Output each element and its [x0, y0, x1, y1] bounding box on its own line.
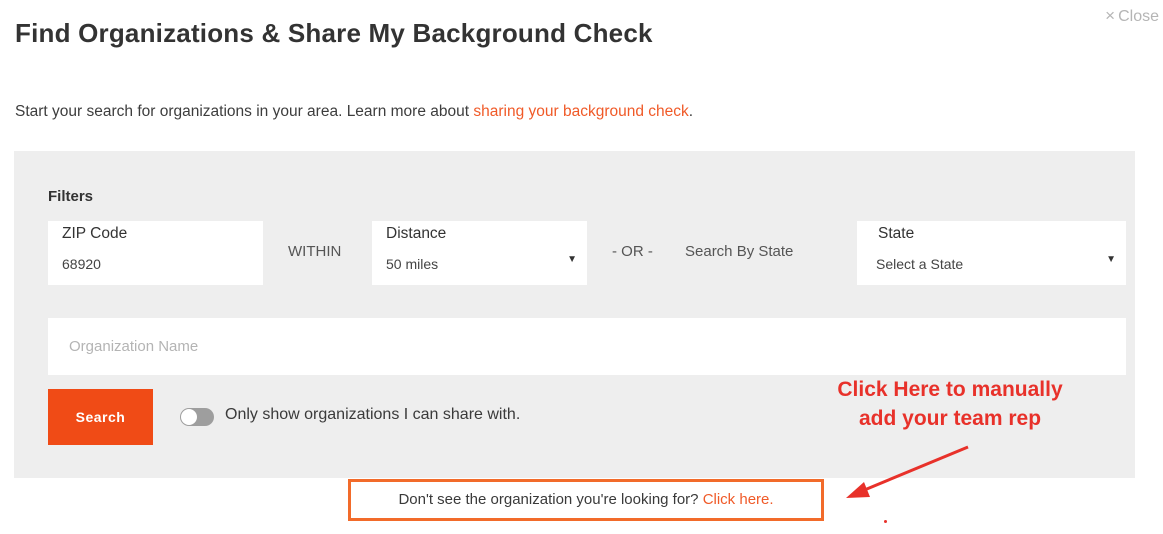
sharing-link[interactable]: sharing your background check: [473, 103, 688, 120]
state-select[interactable]: State Select a State ▼: [857, 221, 1126, 285]
or-text: - OR -: [612, 243, 653, 260]
filters-heading: Filters: [48, 188, 94, 205]
intro-period: .: [688, 103, 694, 120]
toggle-label: Only show organizations I can share with…: [225, 406, 521, 423]
distance-value: 50 miles: [386, 256, 439, 272]
annotation-line-1: Click Here to manually: [837, 378, 1063, 401]
zip-code-label: ZIP Code: [62, 225, 128, 242]
within-text: WITHIN: [288, 243, 342, 260]
share-filter-toggle[interactable]: [180, 408, 214, 426]
annotation-dot: [884, 520, 887, 523]
intro-text: Start your search for organizations in y…: [15, 103, 693, 121]
zip-code-value[interactable]: 68920: [62, 256, 101, 272]
state-label: State: [878, 225, 915, 242]
annotation-callout: Click Here to manually add your team rep: [790, 375, 1110, 433]
search-by-state-text: Search By State: [685, 243, 794, 260]
annotation-line-2: add your team rep: [858, 407, 1042, 430]
intro-sentence: Start your search for organizations in y…: [15, 103, 474, 120]
distance-select[interactable]: Distance 50 miles ▼: [372, 221, 587, 285]
close-button[interactable]: × Close: [1105, 6, 1159, 26]
state-value: Select a State: [876, 256, 964, 272]
search-button[interactable]: Search: [48, 389, 153, 445]
close-icon: ×: [1105, 6, 1116, 25]
caret-down-icon: ▼: [567, 254, 577, 265]
not-found-box: Don't see the organization you're lookin…: [348, 479, 824, 521]
toggle-knob: [181, 409, 197, 425]
close-label: Close: [1118, 8, 1159, 25]
zip-code-field[interactable]: ZIP Code 68920: [48, 221, 263, 285]
distance-label: Distance: [386, 225, 447, 242]
caret-down-icon: ▼: [1106, 254, 1116, 265]
organization-name-input[interactable]: [48, 318, 1126, 375]
page-title: Find Organizations & Share My Background…: [15, 18, 653, 48]
not-found-prompt: Don't see the organization you're lookin…: [398, 491, 703, 508]
click-here-link[interactable]: Click here.: [703, 491, 774, 508]
